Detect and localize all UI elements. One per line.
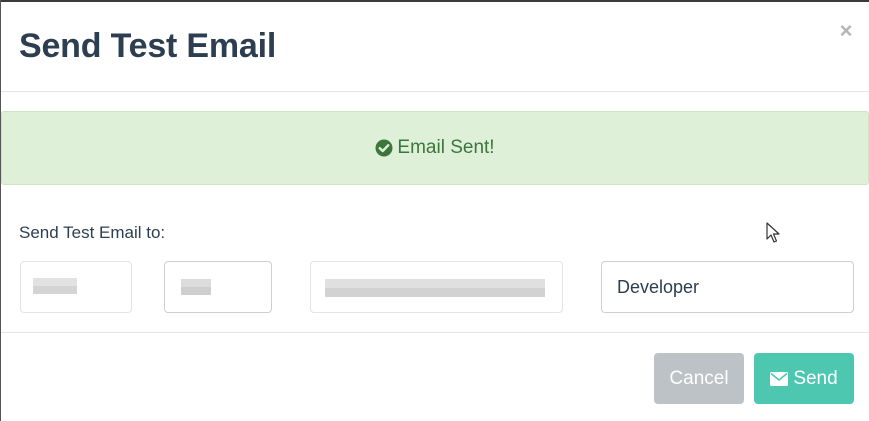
- role-field[interactable]: [601, 261, 854, 313]
- send-test-email-dialog: Send Test Email × Email Sent! Send Test …: [1, 2, 869, 421]
- redacted-text: [33, 286, 77, 294]
- redacted-text: [33, 278, 77, 286]
- close-icon[interactable]: ×: [837, 20, 855, 42]
- email-field[interactable]: [310, 261, 563, 313]
- dialog-footer: Cancel Send: [1, 332, 869, 421]
- cancel-button[interactable]: Cancel: [654, 353, 744, 404]
- redacted-text: [181, 287, 211, 295]
- dialog-header: Send Test Email ×: [1, 2, 869, 92]
- redacted-text: [325, 279, 545, 288]
- envelope-icon: [770, 371, 789, 386]
- send-button[interactable]: Send: [754, 353, 854, 404]
- success-alert: Email Sent!: [1, 111, 869, 185]
- alert-message: Email Sent!: [397, 137, 495, 158]
- redacted-text: [181, 279, 211, 287]
- first-name-field[interactable]: [20, 261, 132, 313]
- send-to-label: Send Test Email to:: [19, 223, 166, 242]
- mouse-cursor-icon: [766, 222, 780, 243]
- cancel-label: Cancel: [669, 367, 729, 389]
- send-label: Send: [793, 367, 838, 389]
- dialog-title: Send Test Email: [19, 27, 277, 65]
- last-name-field[interactable]: [164, 261, 272, 313]
- check-circle-icon: [375, 139, 393, 157]
- redacted-text: [325, 288, 545, 297]
